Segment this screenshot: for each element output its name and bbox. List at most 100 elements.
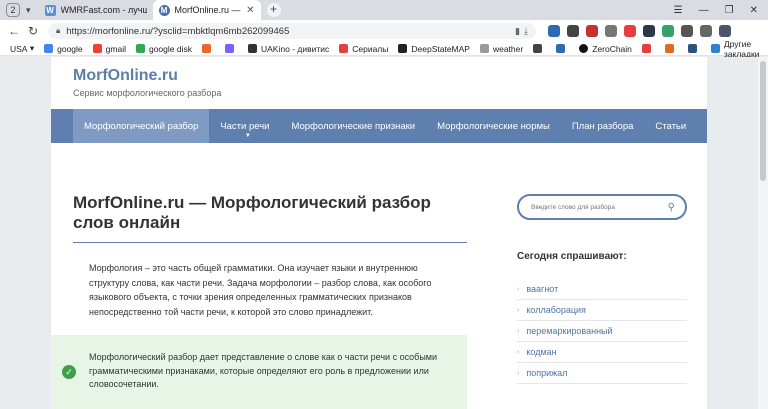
extension-icon[interactable] — [719, 25, 731, 37]
list-item[interactable]: › ваагнот — [517, 279, 687, 300]
menu-item-articles[interactable]: Статьи — [644, 109, 697, 143]
bookmark-favicon-icon — [710, 44, 720, 53]
close-window-icon[interactable]: ✕ — [750, 5, 758, 16]
zerochain-icon — [579, 44, 589, 53]
bookmark-favicon-icon — [664, 44, 674, 53]
bookmark-google-disk[interactable]: google disk — [135, 44, 192, 54]
site-logo[interactable]: MorfOnline.ru — [73, 67, 178, 85]
menu-item-morph-features[interactable]: Морфологические признаки — [280, 109, 426, 143]
site-tagline: Сервис морфологического разбора — [73, 88, 222, 98]
tab-title: WMRFast.com - лучшие м — [60, 5, 147, 15]
close-tab-icon[interactable]: ✕ — [246, 5, 254, 16]
deepstate-icon — [398, 44, 408, 53]
menu-item-morph-norms[interactable]: Морфологические нормы — [426, 109, 561, 143]
bookmark-icon-only[interactable] — [533, 44, 546, 53]
tab-bar: 2 ▾ W WMRFast.com - лучшие м M MorfOnlin… — [0, 0, 768, 20]
back-arrow-icon[interactable]: ← — [8, 24, 20, 38]
bookmark-icon[interactable]: ▮ — [515, 26, 520, 37]
chevron-right-icon: › — [517, 306, 520, 314]
menu-item-analysis-plan[interactable]: План разбора — [561, 109, 645, 143]
address-bar: ← ↻ 🔒︎ https://morfonline.ru/?ysclid=mbk… — [0, 20, 768, 42]
popular-words-list: › ваагнот › коллаборация › перемаркированны… — [517, 279, 687, 384]
bookmark-favicon-icon — [224, 44, 234, 53]
bookmark-usa[interactable]: USA ▾ — [10, 43, 34, 54]
bookmark-icon-only[interactable] — [224, 44, 238, 53]
bookmark-favicon-icon — [641, 44, 651, 53]
bookmarks-bar: USA ▾ google gmail google disk UAKino - … — [0, 39, 768, 59]
bookmark-uakino[interactable]: UAKino - дивитис — [247, 44, 329, 54]
checkmark-icon: ✓ — [62, 365, 76, 379]
bookmark-favicon-icon — [201, 44, 211, 53]
bookmark-google[interactable]: google — [44, 44, 83, 54]
bookmark-icon-only[interactable] — [556, 44, 569, 53]
new-tab-button[interactable]: + — [266, 3, 281, 17]
morfonline-favicon-icon: M — [158, 4, 170, 16]
lock-icon[interactable]: 🔒︎ — [56, 26, 60, 36]
bookmark-favicon-icon — [556, 44, 566, 53]
bookmark-deepstatemap[interactable]: DeepStateMAP — [398, 44, 470, 54]
extension-icons — [548, 25, 731, 37]
list-item[interactable]: › перемаркированный — [517, 321, 687, 342]
search-icon[interactable]: ⚲ — [668, 202, 675, 213]
extension-icon[interactable] — [567, 25, 579, 37]
bookmark-icon-only[interactable] — [201, 44, 215, 53]
uakino-icon — [247, 44, 257, 53]
bookmark-icon-only[interactable] — [641, 44, 655, 53]
bookmark-icon-only[interactable] — [687, 44, 701, 53]
tab-count-badge[interactable]: 2 — [6, 3, 20, 17]
extension-icon[interactable] — [662, 25, 674, 37]
menu-icon[interactable]: ☰ — [674, 5, 683, 16]
title-divider — [73, 242, 467, 243]
extension-icon[interactable] — [681, 25, 693, 37]
url-text[interactable]: https://morfonline.ru/?ysclid=mbktlqm6mb… — [66, 26, 511, 37]
bookmark-icon-only[interactable] — [710, 44, 724, 53]
search-box: ⚲ — [517, 194, 687, 220]
extension-icon[interactable] — [643, 25, 655, 37]
google-icon — [44, 44, 54, 53]
bookmark-icon-only[interactable] — [664, 44, 678, 53]
restore-icon[interactable]: ❐ — [725, 5, 734, 16]
tab-title: MorfOnline.ru — Морф — [174, 5, 243, 15]
tab-list-chevron-icon[interactable]: ▾ — [26, 5, 31, 16]
wmrfast-favicon-icon: W — [44, 4, 56, 16]
weather-icon — [479, 44, 489, 53]
page-scrollbar[interactable] — [758, 57, 768, 409]
bookmark-gmail[interactable]: gmail — [92, 44, 126, 54]
minimize-icon[interactable]: — — [699, 5, 709, 16]
menu-item-parts-of-speech[interactable]: Части речи ▼ — [209, 109, 280, 143]
extension-icon[interactable] — [605, 25, 617, 37]
extension-icon[interactable] — [700, 25, 712, 37]
list-item[interactable]: › коллаборация — [517, 300, 687, 321]
extension-icon[interactable] — [586, 25, 598, 37]
drive-icon — [135, 44, 145, 53]
page-viewport: MorfOnline.ru Сервис морфологического ра… — [0, 57, 768, 409]
extension-icon[interactable] — [548, 25, 560, 37]
scrollbar-thumb[interactable] — [760, 61, 766, 181]
site-container: MorfOnline.ru Сервис морфологического ра… — [51, 57, 707, 409]
menu-item-morph-analysis[interactable]: Морфологический разбор — [73, 109, 210, 143]
window-controls: ☰ — ❐ ✕ — [674, 5, 758, 16]
list-item[interactable]: › кодман — [517, 342, 687, 363]
search-input[interactable] — [531, 203, 668, 211]
chevron-right-icon: › — [517, 369, 520, 377]
chevron-right-icon: › — [517, 327, 520, 335]
page-title: MorfOnline.ru — Морфологический разбор с… — [73, 193, 431, 232]
bookmark-favicon-icon — [533, 44, 543, 53]
url-field[interactable]: 🔒︎ https://morfonline.ru/?ysclid=mbktlqm… — [48, 23, 536, 39]
other-bookmarks[interactable]: Другие закладки — [724, 39, 760, 59]
info-notice: ✓ Морфологический разбор дает представле… — [51, 335, 467, 409]
tab-morfonline[interactable]: M MorfOnline.ru — Морф ✕ — [152, 0, 261, 20]
intro-paragraph: Морфология – это часть общей грамматики.… — [89, 263, 432, 317]
extension-icon[interactable] — [624, 25, 636, 37]
tab-wmrfast[interactable]: W WMRFast.com - лучшие м — [39, 0, 153, 20]
bookmark-favicon-icon — [687, 44, 697, 53]
bookmark-serials[interactable]: Сериалы — [339, 44, 388, 54]
bookmark-weather[interactable]: weather — [479, 44, 523, 54]
sidebar-title: Сегодня спрашивают: — [517, 251, 627, 262]
bookmark-zerochain[interactable]: ZeroChain — [579, 44, 632, 54]
download-icon[interactable]: ⤓ — [524, 26, 528, 37]
chevron-right-icon: › — [517, 285, 520, 293]
list-item[interactable]: › поприжал — [517, 363, 687, 384]
notice-text: Морфологический разбор дает представлени… — [89, 352, 438, 389]
reload-icon[interactable]: ↻ — [28, 24, 40, 38]
